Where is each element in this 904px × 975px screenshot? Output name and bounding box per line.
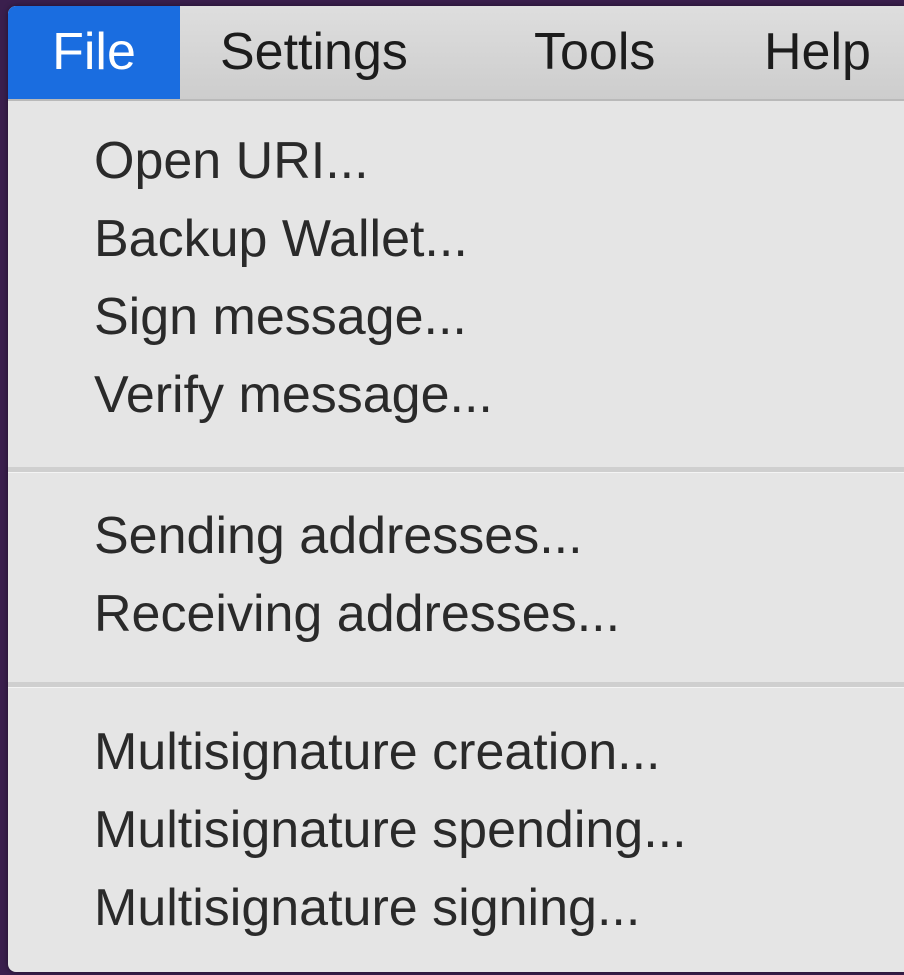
menu-item-sign-message[interactable]: Sign message... — [94, 279, 467, 355]
menu-item-multisignature-spending[interactable]: Multisignature spending... — [94, 792, 687, 868]
menu-separator — [8, 682, 904, 688]
menu-file[interactable]: File — [8, 6, 180, 99]
menu-item-open-uri[interactable]: Open URI... — [94, 123, 369, 199]
menu-item-multisignature-signing[interactable]: Multisignature signing... — [94, 870, 640, 946]
menu-settings[interactable]: Settings — [220, 6, 408, 99]
menu-item-verify-message[interactable]: Verify message... — [94, 357, 493, 433]
menu-separator — [8, 467, 904, 473]
menu-item-sending-addresses[interactable]: Sending addresses... — [94, 498, 583, 574]
menu-help[interactable]: Help — [764, 6, 871, 99]
menubar: File Settings Tools Help — [8, 6, 904, 101]
menu-item-receiving-addresses[interactable]: Receiving addresses... — [94, 576, 620, 652]
menu-item-backup-wallet[interactable]: Backup Wallet... — [94, 201, 468, 277]
menu-tools[interactable]: Tools — [534, 6, 655, 99]
menu-item-multisignature-creation[interactable]: Multisignature creation... — [94, 714, 661, 790]
file-menu-window: File Settings Tools Help Open URI... Bac… — [8, 6, 904, 972]
